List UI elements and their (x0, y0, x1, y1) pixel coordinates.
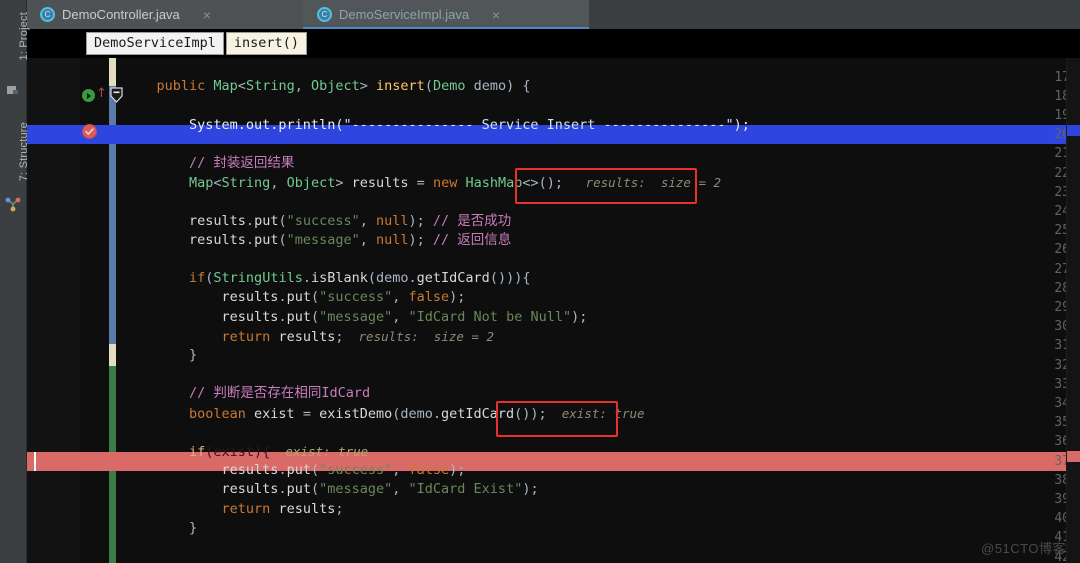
sidebar-item-project-label: 1: Project (18, 12, 30, 61)
breadcrumb: DemoServiceImpl insert() (26, 29, 1080, 58)
tab-label: DemoServiceImpl.java (339, 7, 470, 22)
code-line[interactable]: results.put("success", false); (116, 461, 1080, 480)
tab-demo-controller[interactable]: C DemoController.java × (26, 0, 303, 29)
close-icon[interactable]: × (492, 8, 500, 22)
java-class-icon: C (40, 7, 55, 22)
run-method-icon[interactable] (82, 89, 95, 102)
code-line[interactable] (116, 250, 1080, 269)
vcs-marker-unchanged-mid (109, 344, 116, 366)
marker-execution-line[interactable] (1067, 125, 1080, 136)
code-line[interactable]: public Map<String, Object> insert(Demo d… (116, 77, 1080, 96)
code-line[interactable]: } (116, 346, 1080, 365)
close-icon[interactable]: × (203, 8, 211, 22)
marker-gutter[interactable] (1066, 58, 1080, 563)
code-line[interactable] (116, 58, 1080, 77)
sidebar-item-structure-label: 7: Structure (18, 122, 30, 182)
code-line[interactable]: // 判断是否存在相同IdCard (116, 384, 1080, 403)
code-line[interactable]: System.out.println("--------------- Serv… (116, 116, 1080, 135)
code-line[interactable]: return results; results: size = 2 (116, 327, 1080, 346)
code-line[interactable] (116, 365, 1080, 384)
project-icon (5, 82, 21, 98)
tab-label: DemoController.java (62, 7, 180, 22)
code-line[interactable]: results.put("success", false); (116, 288, 1080, 307)
breadcrumb-item-class[interactable]: DemoServiceImpl (86, 32, 224, 55)
code-line[interactable]: results.put("message", null); // 返回信息 (116, 231, 1080, 250)
code-text-area[interactable]: public Map<String, Object> insert(Demo d… (116, 58, 1080, 563)
structure-icon (5, 196, 21, 212)
code-line[interactable]: boolean exist = existDemo(demo.getIdCard… (116, 404, 1080, 423)
code-line[interactable]: results.put("message", "IdCard Exist"); (116, 480, 1080, 499)
code-line[interactable]: if(StringUtils.isBlank(demo.getIdCard())… (116, 269, 1080, 288)
vcs-marker-unchanged-top (109, 58, 116, 86)
code-line[interactable] (116, 423, 1080, 442)
sidebar-item-project[interactable]: 1: Project (0, 12, 30, 92)
code-line[interactable]: Map<String, Object> results = new HashMa… (116, 173, 1080, 192)
code-line[interactable]: if(exist){ exist: true (116, 442, 1080, 461)
breadcrumb-item-method[interactable]: insert() (225, 32, 307, 55)
code-line[interactable]: results.put("success", null); // 是否成功 (116, 212, 1080, 231)
code-line[interactable]: // 封装返回结果 (116, 154, 1080, 173)
tab-demo-service-impl[interactable]: C DemoServiceImpl.java × (303, 0, 589, 29)
code-line[interactable] (116, 96, 1080, 115)
left-tool-strip: 1: Project 7: Structure (0, 0, 30, 563)
breakpoint-verified-icon[interactable] (82, 124, 97, 139)
code-line[interactable]: results.put("message", "IdCard Not be Nu… (116, 308, 1080, 327)
code-line[interactable] (116, 192, 1080, 211)
code-line[interactable] (116, 538, 1080, 557)
code-line[interactable] (116, 135, 1080, 154)
text-caret (34, 451, 36, 471)
marker-current-line[interactable] (1067, 451, 1080, 462)
editor-tab-bar: C DemoController.java × C DemoServiceImp… (26, 0, 1080, 29)
override-arrow-icon[interactable]: ↑ (96, 87, 107, 100)
code-editor[interactable]: 17 18 19 20 21 22 23 24 25 26 27 28 29 3… (26, 58, 1080, 563)
code-line[interactable]: } (116, 519, 1080, 538)
code-line[interactable]: return results; (116, 500, 1080, 519)
java-class-icon: C (317, 7, 332, 22)
watermark: @51CTO博客 (981, 541, 1066, 556)
